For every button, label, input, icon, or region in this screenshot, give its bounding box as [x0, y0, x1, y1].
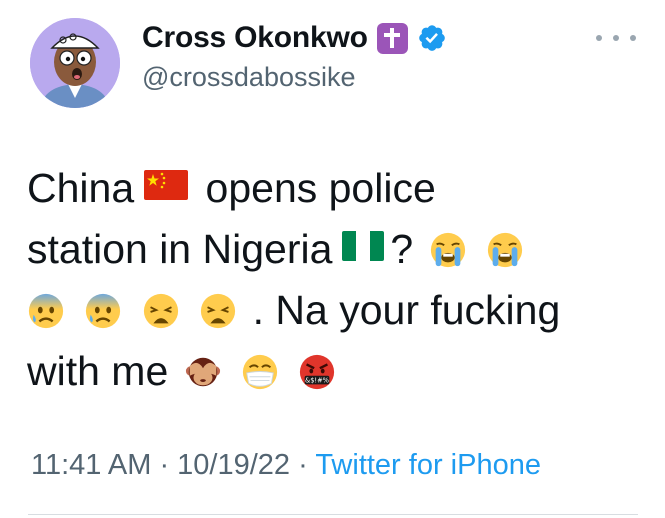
face-with-medical-mask-icon: [242, 354, 278, 390]
verified-badge-icon: [417, 23, 447, 53]
tweet-time[interactable]: 11:41 AM: [31, 449, 151, 481]
face-with-symbols-on-mouth-icon: &$!#%: [300, 354, 335, 390]
loudly-crying-face-icon: [487, 232, 523, 268]
display-name[interactable]: Cross Okonkwo: [142, 21, 368, 55]
symbols-text: &$!#%: [306, 376, 330, 384]
tweet-line-2: station in Nigeria ?: [27, 219, 637, 280]
flag-china-icon: [144, 170, 189, 200]
tweet-text-segment: . Na your fucking: [252, 287, 561, 333]
user-handle[interactable]: @crossdabossike: [142, 62, 356, 93]
tweet-line-3: . Na your fucking: [27, 280, 637, 341]
more-options-icon[interactable]: [596, 28, 636, 48]
tweet-source-link[interactable]: Twitter for iPhone: [315, 449, 541, 481]
flag-nigeria-icon: [342, 231, 385, 261]
see-no-evil-monkey-icon: [185, 357, 220, 387]
tweet-date[interactable]: 10/19/22: [177, 449, 290, 481]
divider: [28, 514, 638, 515]
tweet-line-4: with me &$!#%: [27, 341, 637, 402]
weary-face-icon: [201, 293, 236, 329]
latin-cross-emoji-icon: [376, 22, 408, 54]
loudly-crying-face-icon: [430, 232, 465, 268]
weary-face-icon: [143, 293, 178, 329]
anxious-face-with-sweat-icon: [86, 293, 121, 329]
tweet-text: China opens police station in Nigeria ?: [27, 158, 637, 402]
separator: ·: [290, 449, 316, 481]
tweet-text-segment: ?: [390, 226, 414, 272]
tweet-text-segment: China: [27, 165, 135, 211]
avatar[interactable]: [30, 18, 120, 108]
tweet-text-segment: with me: [27, 348, 169, 394]
dot: [613, 35, 619, 41]
user-name-row: Cross Okonkwo: [142, 16, 447, 60]
anxious-face-with-sweat-icon: [28, 293, 64, 329]
separator: ·: [151, 449, 178, 481]
tweet-line-1: China opens police: [27, 158, 637, 219]
dot: [630, 35, 636, 41]
tweet-meta: 11:41 AM · 10/19/22 · Twitter for iPhone: [31, 449, 541, 482]
tweet-text-segment: station in Nigeria: [27, 226, 333, 272]
tweet-text-segment: opens police: [205, 165, 436, 211]
dot: [596, 35, 602, 41]
